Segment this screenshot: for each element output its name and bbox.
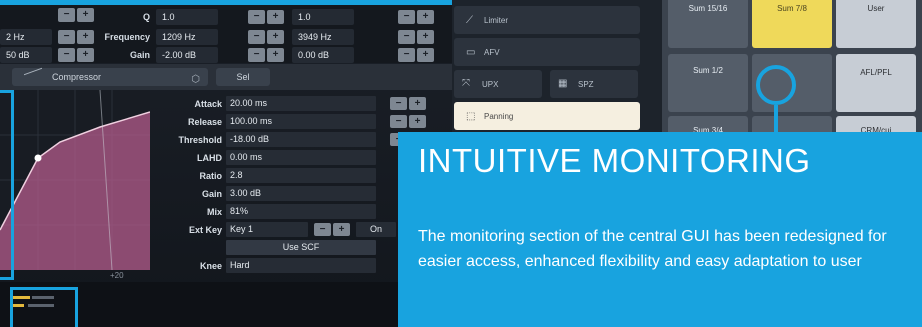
spz-label: SPZ bbox=[578, 80, 594, 89]
upx-label: UPX bbox=[482, 80, 499, 89]
release-value[interactable]: 100.00 ms bbox=[226, 114, 376, 129]
eq-q-value-3[interactable]: 1.0 bbox=[292, 9, 354, 25]
limiter-button[interactable]: ⟋ Limiter bbox=[454, 6, 640, 34]
eq-frequency-value-2[interactable]: 1209 Hz bbox=[156, 29, 218, 45]
knee-value[interactable]: Hard bbox=[226, 258, 376, 273]
info-title: INTUITIVE MONITORING bbox=[418, 142, 811, 179]
sel-button[interactable]: Sel bbox=[216, 68, 270, 86]
eq-q-value-2[interactable]: 1.0 bbox=[156, 9, 218, 25]
ext-key-stepper[interactable]: − + bbox=[314, 223, 350, 236]
lahd-value[interactable]: 0.00 ms bbox=[226, 150, 376, 165]
graph-axis-tick: +20 bbox=[110, 271, 124, 280]
compressor-header: Compressor ⬡ Sel bbox=[0, 64, 452, 90]
eq-gain-stepper-2[interactable]: − + bbox=[248, 48, 284, 62]
attack-label: Attack bbox=[194, 99, 222, 109]
panning-button[interactable]: ⬚ Panning bbox=[454, 102, 640, 130]
eq-frequency-stepper-1[interactable]: − + bbox=[58, 30, 94, 44]
attack-stepper[interactable]: − + bbox=[390, 97, 426, 110]
callout-bracket-left bbox=[0, 90, 14, 280]
eq-gain-value-1[interactable]: 50 dB bbox=[0, 47, 52, 63]
info-panel: INTUITIVE MONITORING The monitoring sect… bbox=[398, 132, 922, 327]
bus-afl-pfl[interactable]: AFL/PFL bbox=[836, 54, 916, 112]
gain-value[interactable]: 3.00 dB bbox=[226, 186, 376, 201]
attack-value[interactable]: 20.00 ms bbox=[226, 96, 376, 111]
bus-sum-15-16[interactable]: Sum 15/16 bbox=[668, 0, 748, 48]
threshold-label: Threshold bbox=[178, 135, 222, 145]
release-label: Release bbox=[187, 117, 222, 127]
dynamics-type-dropdown[interactable]: Compressor ⬡ bbox=[12, 67, 208, 87]
eq-panel: 2 Hz − + − + 50 dB − + Q 1.0 − + Frequency 1… bbox=[0, 5, 452, 63]
gain-label: Gain bbox=[201, 189, 222, 199]
limiter-curve-icon: ⟋ bbox=[466, 15, 473, 26]
mix-value[interactable]: 81% bbox=[226, 204, 376, 219]
info-body: The monitoring section of the central GU… bbox=[418, 228, 887, 270]
panning-icon: ⬚ bbox=[466, 111, 476, 122]
eq-q-stepper-2[interactable]: − + bbox=[248, 10, 284, 24]
compressor-curve-icon bbox=[24, 67, 42, 87]
afv-label: AFV bbox=[484, 48, 500, 57]
knee-label: Knee bbox=[199, 261, 222, 271]
eq-gain-label: Gain bbox=[129, 50, 150, 60]
upx-button[interactable]: ⤧ UPX bbox=[454, 70, 542, 98]
limiter-label: Limiter bbox=[484, 16, 509, 25]
mix-label: Mix bbox=[206, 207, 222, 217]
eq-frequency-value-3[interactable]: 3949 Hz bbox=[292, 29, 354, 45]
upx-icon: ⤧ bbox=[462, 78, 470, 89]
eq-frequency-stepper-3[interactable]: − + bbox=[398, 30, 434, 44]
bus-user[interactable]: User bbox=[836, 0, 916, 48]
spz-button[interactable]: ▦ SPZ bbox=[550, 70, 638, 98]
eq-frequency-stepper-2[interactable]: − + bbox=[248, 30, 284, 44]
eq-frequency-value-1[interactable]: 2 Hz bbox=[0, 29, 52, 45]
bus-sum-1-2[interactable]: Sum 1/2 bbox=[668, 54, 748, 112]
spz-icon: ▦ bbox=[558, 78, 568, 89]
eq-frequency-label: Frequency bbox=[104, 32, 150, 42]
eq-gain-stepper-3[interactable]: − + bbox=[398, 48, 434, 62]
lahd-label: LAHD bbox=[197, 153, 222, 163]
eq-gain-value-3[interactable]: 0.00 dB bbox=[292, 47, 354, 63]
callout-ring-stem bbox=[774, 105, 778, 132]
ext-key-value[interactable]: Key 1 bbox=[226, 222, 308, 237]
eq-gain-stepper-1[interactable]: − + bbox=[58, 48, 94, 62]
release-stepper[interactable]: − + bbox=[390, 115, 426, 128]
callout-bracket-bottom bbox=[10, 287, 78, 327]
ratio-label: Ratio bbox=[199, 171, 223, 181]
ratio-value[interactable]: 2.8 bbox=[226, 168, 376, 183]
eq-q-stepper-3[interactable]: − + bbox=[398, 10, 434, 24]
compressor-transfer-graph[interactable] bbox=[0, 90, 150, 270]
afv-button[interactable]: ▭ AFV bbox=[454, 38, 640, 66]
eq-q-label: Q bbox=[142, 12, 150, 22]
callout-ring bbox=[756, 65, 796, 105]
console-screenshot: 2 Hz − + − + 50 dB − + Q 1.0 − + Frequency 1… bbox=[0, 0, 922, 327]
afv-icon: ▭ bbox=[466, 47, 476, 58]
eq-q-stepper-1[interactable]: − + bbox=[58, 8, 94, 22]
select-arrows-icon: ⬡ bbox=[191, 74, 200, 85]
use-scf-button[interactable]: Use SCF bbox=[226, 240, 376, 255]
bus-sum-7-8[interactable]: Sum 7/8 bbox=[752, 0, 832, 48]
ext-key-on-toggle[interactable]: On bbox=[356, 222, 396, 237]
transfer-curve-svg bbox=[0, 90, 150, 270]
eq-gain-value-2[interactable]: -2.00 dB bbox=[156, 47, 218, 63]
panning-label: Panning bbox=[484, 112, 514, 121]
dynamics-type-label: Compressor bbox=[52, 72, 102, 82]
threshold-value[interactable]: -18.00 dB bbox=[226, 132, 376, 147]
threshold-point[interactable] bbox=[34, 154, 42, 162]
ext-key-label: Ext Key bbox=[188, 225, 222, 235]
